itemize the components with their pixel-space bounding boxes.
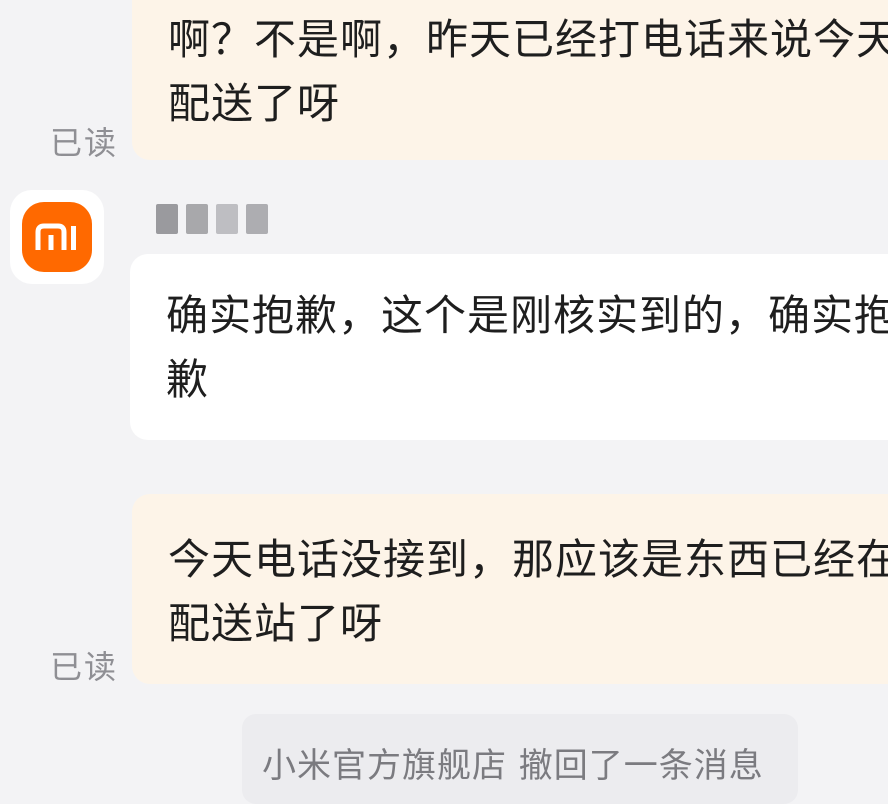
read-receipt: 已读 — [50, 124, 119, 162]
outgoing-message-bubble[interactable]: 啊？不是啊，昨天已经打电话来说今天配送了呀 — [132, 0, 888, 160]
outgoing-message-bubble[interactable]: 今天电话没接到，那应该是东西已经在配送站了呀 — [132, 494, 888, 684]
redaction-block — [216, 204, 238, 234]
read-receipt: 已读 — [50, 648, 119, 686]
mi-logo-glyph — [35, 223, 76, 250]
redaction-block — [186, 204, 208, 234]
message-text: 今天电话没接到，那应该是东西已经在配送站了呀 — [168, 535, 888, 648]
incoming-message-bubble[interactable]: 确实抱歉，这个是刚核实到的，确实抱歉 — [130, 254, 888, 440]
xiaomi-logo-icon — [22, 202, 92, 272]
message-text: 啊？不是啊，昨天已经打电话来说今天配送了呀 — [168, 15, 888, 128]
recall-notice: 小米官方旗舰店 撤回了一条消息 — [242, 714, 798, 804]
message-text: 确实抱歉，这个是刚核实到的，确实抱歉 — [166, 291, 888, 404]
sender-name-redacted — [156, 204, 268, 234]
redaction-block — [246, 204, 268, 234]
redaction-block — [156, 204, 178, 234]
chat-window: 啊？不是啊，昨天已经打电话来说今天配送了呀 已读 确实抱歉，这个是刚核实到的，确… — [0, 0, 888, 804]
avatar[interactable] — [10, 190, 104, 284]
